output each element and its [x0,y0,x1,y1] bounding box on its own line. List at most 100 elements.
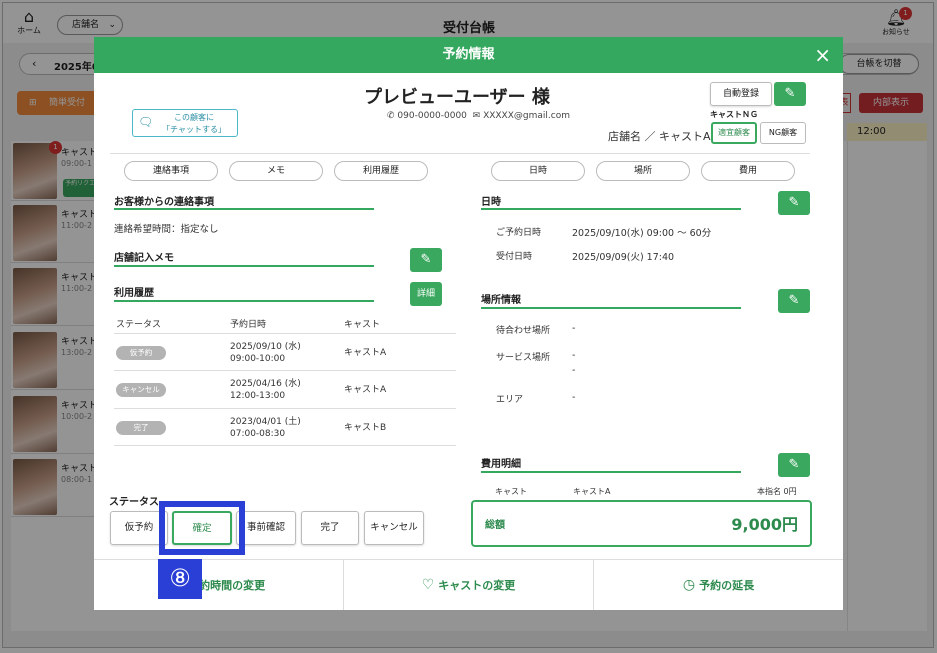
chat-line1: この顧客に [174,113,214,122]
status-badge: 完了 [116,421,166,435]
section-underline [481,307,741,309]
received-datetime-label: 受付日時 [496,252,533,262]
area-label: エリア [496,395,524,405]
place-section-title: 場所情報 [481,295,521,306]
pencil-icon: ✎ [784,86,796,101]
history-detail-button[interactable]: 詳細 [410,282,442,306]
history-date: 2025/09/10 (水) [230,342,301,352]
pencil-icon: ✎ [788,293,800,308]
pencil-icon: ✎ [788,195,800,210]
contact-info: ✆ 090-0000-0000 ✉ XXXXX@gmail.com [387,111,570,121]
service-place-value: - [572,350,576,361]
chat-button[interactable]: 🗨︎ この顧客に 「チャットする」 [132,109,238,137]
status-badge: キャンセル [116,383,166,397]
cost-section-title: 費用明細 [481,459,521,470]
tab-history[interactable]: 利用履歴 [334,161,428,181]
contact-section-title: お客様からの連絡事項 [114,197,214,208]
footer-actions: ◷予約時間の変更 ♡キャストの変更 ◷予約の延長 [94,559,843,610]
cost-item-cast: キャストA [573,487,611,495]
pencil-icon: ✎ [420,252,432,267]
annotation-highlight [159,501,245,555]
tab-cost[interactable]: 費用 [701,161,795,181]
history-time: 12:00-13:00 [230,391,286,401]
row-divider [114,370,456,371]
cast-ng-label: キャストＮＧ [710,110,758,119]
email-address: XXXXX@gmail.com [483,111,570,121]
change-time-button[interactable]: ◷予約時間の変更 [94,560,343,610]
history-cast: キャストA [344,385,387,395]
chat-icon: 🗨︎ [138,115,154,129]
history-date: 2023/04/01 (土) [230,417,301,427]
cost-item-value: 本指名 0円 [757,487,797,495]
modal-title: 予約情報 [442,47,495,62]
contact-text: 連絡希望時間：指定なし [114,224,219,235]
history-header-date: 予約日時 [230,320,267,330]
row-divider [114,408,456,409]
good-customer-button[interactable]: 適宜顧客 [711,122,757,144]
meeting-place-value: - [572,323,576,334]
tab-place[interactable]: 場所 [596,161,690,181]
datetime-section-title: 日時 [481,197,501,208]
row-divider [114,333,456,334]
edit-cost-button[interactable]: ✎ [778,453,810,477]
edit-memo-button[interactable]: ✎ [410,248,442,272]
close-button[interactable]: × [814,37,831,73]
tab-contact[interactable]: 連絡事項 [124,161,218,181]
history-time: 09:00-10:00 [230,354,286,364]
modal-header: 予約情報 × [94,37,843,73]
edit-place-button[interactable]: ✎ [778,289,810,313]
history-header-cast: キャスト [344,320,381,330]
cost-item-label: キャスト [495,487,527,495]
mail-icon: ✉ [472,111,481,121]
reserve-datetime-label: ご予約日時 [496,228,542,238]
pencil-icon: ✎ [788,457,800,472]
section-underline [114,208,374,210]
meeting-place-label: 待合わせ場所 [496,326,551,336]
ng-customer-button[interactable]: NG顧客 [760,122,806,144]
history-cast: キャストB [344,423,387,433]
total-value: 9,000円 [731,515,798,534]
received-datetime-value: 2025/09/09(火) 17:40 [572,252,675,263]
section-underline [481,208,741,210]
extend-reservation-label: 予約の延長 [699,579,755,592]
divider [110,153,810,154]
auto-register-button[interactable]: 自動登録 [710,82,772,106]
status-preconfirm-button[interactable]: 事前確認 [236,511,296,545]
annotation-step-marker: ⑧ [158,559,202,599]
heart-swap-icon: ♡ [421,577,435,593]
row-divider [114,445,456,446]
phone-number: 090-0000-0000 [397,111,467,121]
history-cast: キャストA [344,348,387,358]
service-place-value-2: - [572,365,576,376]
change-cast-button[interactable]: ♡ キャストの変更 [344,560,593,610]
edit-datetime-button[interactable]: ✎ [778,191,810,215]
status-badge: 仮予約 [116,346,166,360]
change-cast-label: キャストの変更 [438,579,516,592]
extend-reservation-button[interactable]: ◷ 予約の延長 [594,560,843,610]
tab-memo[interactable]: メモ [229,161,323,181]
history-date: 2025/04/16 (水) [230,379,301,389]
status-complete-button[interactable]: 完了 [301,511,359,545]
phone-icon: ✆ [387,111,395,121]
total-label: 総額 [485,520,505,531]
section-underline [114,300,374,302]
tab-datetime[interactable]: 日時 [491,161,585,181]
chat-line2: 「チャットする」 [162,125,226,134]
store-cast: 店舗名 ／ キャストA [608,130,711,143]
cost-row-clipped: キャスト キャストA 本指名 0円 [481,483,811,495]
history-time: 07:00-08:30 [230,429,286,439]
area-value: - [572,392,576,403]
edit-customer-button[interactable]: ✎ [774,82,806,106]
status-cancel-button[interactable]: キャンセル [364,511,424,545]
memo-section-title: 店舗記入メモ [114,253,174,264]
service-place-label: サービス場所 [496,353,551,363]
section-underline [481,471,741,473]
reservation-modal: 予約情報 × 🗨︎ この顧客に 「チャットする」 プレビューユーザー 様 ✆ 0… [94,37,843,610]
status-section-title: ステータス [109,497,159,508]
customer-name: プレビューユーザー 様 [364,87,550,108]
clock-plus-icon: ◷ [682,577,696,593]
total-box: 総額 9,000円 [471,500,812,547]
section-underline [114,265,374,267]
history-header-status: ステータス [116,320,162,330]
reserve-datetime-value: 2025/09/10(水) 09:00 ～ 60分 [572,228,712,239]
